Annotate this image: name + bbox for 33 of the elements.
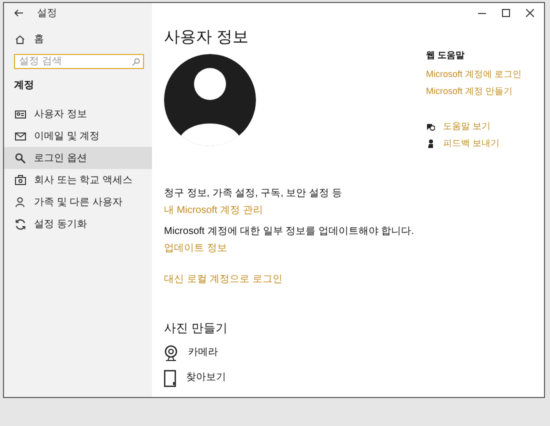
window-title: 설정: [37, 7, 57, 20]
home-nav-item[interactable]: 홈: [4, 28, 152, 50]
search-icon: [132, 58, 140, 66]
photo-option[interactable]: 카메라: [188, 345, 218, 359]
person-icon: [15, 197, 25, 207]
user-card-icon: [14, 110, 26, 118]
nav-item[interactable]: 로그인 옵션: [4, 147, 152, 169]
section-heading: 사진 만들기: [164, 320, 228, 337]
account-description: 청구 정보, 가족 설정, 구독, 보안 설정 등: [164, 187, 342, 200]
minimize-icon[interactable]: [478, 12, 486, 14]
photo-option[interactable]: 찾아보기: [186, 370, 226, 384]
back-arrow-icon[interactable]: [14, 9, 23, 17]
update-notice: Microsoft 계정에 대한 일부 정보를 업데이트해야 합니다.: [164, 225, 414, 238]
mail-icon: [14, 132, 26, 140]
nav-item[interactable]: 설정 동기화: [4, 213, 152, 235]
nav-item[interactable]: 사용자 정보: [4, 103, 152, 125]
webcam-icon: [164, 345, 178, 361]
chat-bubble-icon: [426, 122, 435, 130]
search-field[interactable]: 설정 검색: [14, 54, 144, 69]
home-icon: [15, 34, 25, 44]
section-heading: 계정: [14, 79, 35, 92]
page-title: 사용자 정보: [164, 28, 248, 48]
nav-item[interactable]: 가족 및 다른 사용자: [4, 191, 152, 213]
maximize-icon[interactable]: [502, 9, 510, 17]
sync-icon: [14, 218, 26, 230]
tablet-icon: [164, 370, 176, 387]
close-icon[interactable]: [526, 9, 534, 17]
search-icon: [14, 152, 26, 164]
nav-item[interactable]: 회사 또는 학교 액세스: [4, 169, 152, 191]
nav-item[interactable]: 이메일 및 계정: [4, 125, 152, 147]
feedback-person-icon: [426, 139, 435, 148]
avatar-icon: [164, 54, 256, 146]
help-heading: 웹 도움말: [426, 49, 465, 62]
